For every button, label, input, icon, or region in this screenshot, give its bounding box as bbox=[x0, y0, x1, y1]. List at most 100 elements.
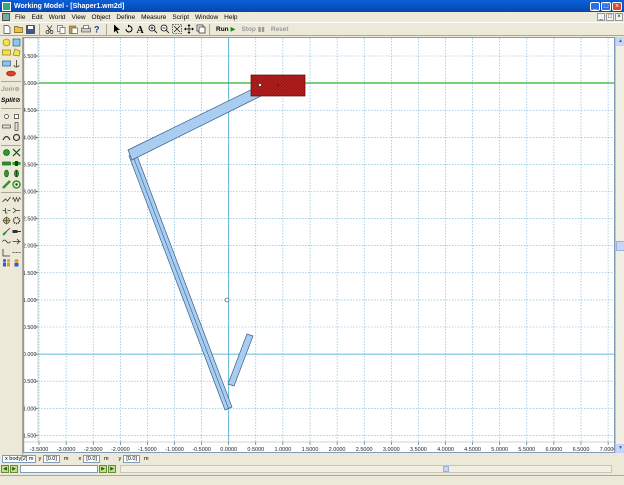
paste-icon[interactable] bbox=[68, 24, 79, 35]
copy-icon[interactable] bbox=[56, 24, 67, 35]
coord-field-2[interactable]: [0.0] bbox=[43, 455, 60, 463]
motor-icon[interactable] bbox=[1, 216, 11, 226]
ruler-x-label: 5.0000 bbox=[491, 447, 508, 453]
ruler-x-label: 0.5000 bbox=[247, 447, 264, 453]
scroll-up-icon[interactable]: ▲ bbox=[616, 37, 624, 46]
tape-step-back-icon[interactable]: ▶ bbox=[10, 465, 18, 473]
doc-close-button[interactable]: × bbox=[615, 13, 623, 21]
horizontal-scrollbar[interactable] bbox=[120, 465, 612, 473]
slider-point-icon bbox=[277, 84, 279, 86]
ruler-x-label: 6.5000 bbox=[573, 447, 590, 453]
doc-minimize-button[interactable]: _ bbox=[597, 13, 605, 21]
scroll-down-icon[interactable]: ▼ bbox=[616, 444, 624, 453]
square-point-icon[interactable] bbox=[11, 111, 21, 121]
open-icon[interactable] bbox=[13, 24, 24, 35]
curved-slot-icon[interactable] bbox=[1, 132, 11, 142]
separator-icon[interactable] bbox=[1, 247, 11, 257]
ruler-y-label: 0.000 bbox=[24, 352, 37, 358]
menu-object[interactable]: Object bbox=[89, 14, 114, 21]
horizontal-slot-icon[interactable] bbox=[1, 122, 11, 132]
rigid-joint-icon[interactable] bbox=[11, 148, 21, 158]
tape-track[interactable] bbox=[20, 465, 98, 473]
coord-field-4[interactable]: [0.0] bbox=[123, 455, 140, 463]
people-icon[interactable] bbox=[1, 258, 11, 268]
rope-icon[interactable] bbox=[1, 195, 11, 205]
print-icon[interactable] bbox=[80, 24, 91, 35]
coord-field-1[interactable]: x body[2] m bbox=[2, 455, 37, 463]
menu-help[interactable]: Help bbox=[221, 14, 240, 21]
vertical-slot-icon[interactable] bbox=[11, 122, 21, 132]
coord-field-3[interactable]: [0.0] bbox=[83, 455, 100, 463]
spring-icon[interactable] bbox=[11, 195, 21, 205]
actuator-icon[interactable] bbox=[1, 226, 11, 236]
tape-rewind-icon[interactable]: ◀ bbox=[1, 465, 9, 473]
torque-icon[interactable] bbox=[11, 237, 21, 247]
svg-text:A: A bbox=[137, 25, 145, 34]
close-button[interactable]: × bbox=[612, 1, 622, 11]
curved-slot-joint-icon[interactable] bbox=[1, 169, 11, 179]
circle-tool-icon[interactable] bbox=[1, 37, 11, 47]
closed-slot-icon[interactable] bbox=[11, 132, 21, 142]
ruler-y-label: 1.000 bbox=[24, 298, 37, 304]
home-icon[interactable] bbox=[195, 24, 206, 35]
slot-joint-icon[interactable] bbox=[1, 158, 11, 168]
cut-icon[interactable] bbox=[44, 24, 55, 35]
zoom-out-icon[interactable] bbox=[159, 24, 170, 35]
ruler-x-label: 4.0000 bbox=[437, 447, 454, 453]
doc-maximize-button[interactable]: □ bbox=[606, 13, 614, 21]
pin-joint-icon[interactable] bbox=[1, 148, 11, 158]
split-button[interactable]: Split⊘ bbox=[0, 95, 22, 106]
rectangle-tool-icon[interactable] bbox=[1, 48, 11, 58]
maximize-button[interactable]: □ bbox=[601, 1, 611, 11]
zoom-in-icon[interactable] bbox=[147, 24, 158, 35]
save-icon[interactable] bbox=[25, 24, 36, 35]
keyed-curved-joint-icon[interactable] bbox=[11, 169, 21, 179]
zoom-fit-icon[interactable] bbox=[171, 24, 182, 35]
menu-view[interactable]: View bbox=[69, 14, 89, 21]
menu-script[interactable]: Script bbox=[169, 14, 192, 21]
tape-end-icon[interactable]: ▶ bbox=[108, 465, 116, 473]
horizontal-scroll-thumb[interactable] bbox=[443, 466, 449, 472]
menu-edit[interactable]: Edit bbox=[28, 14, 45, 21]
bodies-icon[interactable] bbox=[11, 258, 21, 268]
run-button[interactable]: Run ▶ bbox=[213, 25, 238, 33]
arrow-tool-icon[interactable] bbox=[111, 24, 122, 35]
new-icon[interactable] bbox=[1, 24, 12, 35]
linear-actuator-icon[interactable] bbox=[11, 226, 21, 236]
document-window-controls: _ □ × bbox=[597, 13, 624, 21]
menu-world[interactable]: World bbox=[46, 14, 69, 21]
ellipse-tool-icon[interactable] bbox=[6, 69, 16, 79]
toolbar: ? A Run ▶ Stop ▮▮ Reset bbox=[0, 22, 624, 36]
anchor-tool-icon[interactable] bbox=[11, 58, 21, 68]
line-icon[interactable] bbox=[11, 247, 21, 257]
curved-slot-tool-icon[interactable] bbox=[1, 58, 11, 68]
minimize-button[interactable]: _ bbox=[590, 1, 600, 11]
gear-icon[interactable] bbox=[11, 216, 21, 226]
keyed-slot-joint-icon[interactable] bbox=[11, 158, 21, 168]
menu-define[interactable]: Define bbox=[113, 14, 138, 21]
menu-measure[interactable]: Measure bbox=[138, 14, 169, 21]
polygon-tool-icon[interactable] bbox=[11, 48, 21, 58]
pin-slot-icon[interactable] bbox=[1, 179, 11, 189]
force-icon[interactable] bbox=[1, 237, 11, 247]
square-tool-icon[interactable] bbox=[11, 37, 21, 47]
slider-block[interactable] bbox=[250, 74, 306, 97]
point-element-icon[interactable] bbox=[1, 111, 11, 121]
move-icon[interactable] bbox=[183, 24, 194, 35]
help-icon[interactable]: ? bbox=[92, 24, 103, 35]
damper-icon[interactable] bbox=[1, 205, 11, 215]
rotate-tool-icon[interactable] bbox=[123, 24, 134, 35]
workspace-canvas[interactable]: 5.500 5.000 4.500 4.000 3.500 3.000 2.500 2.000… bbox=[23, 37, 615, 453]
menu-file[interactable]: File bbox=[12, 14, 28, 21]
svg-text:?: ? bbox=[94, 25, 100, 35]
ruler-x-label: -1.0000 bbox=[165, 447, 184, 453]
menu-window[interactable]: Window bbox=[192, 14, 221, 21]
gear-joint-icon[interactable] bbox=[11, 179, 21, 189]
split-label: Split bbox=[1, 97, 16, 104]
document-icon[interactable] bbox=[2, 13, 10, 21]
vertical-scroll-thumb[interactable] bbox=[616, 241, 624, 251]
rotational-spring-icon[interactable] bbox=[11, 205, 21, 215]
tape-step-forward-icon[interactable]: ▶ bbox=[99, 465, 107, 473]
vertical-scrollbar[interactable]: ▲ ▼ bbox=[615, 37, 624, 453]
text-tool-icon[interactable]: A bbox=[135, 24, 146, 35]
